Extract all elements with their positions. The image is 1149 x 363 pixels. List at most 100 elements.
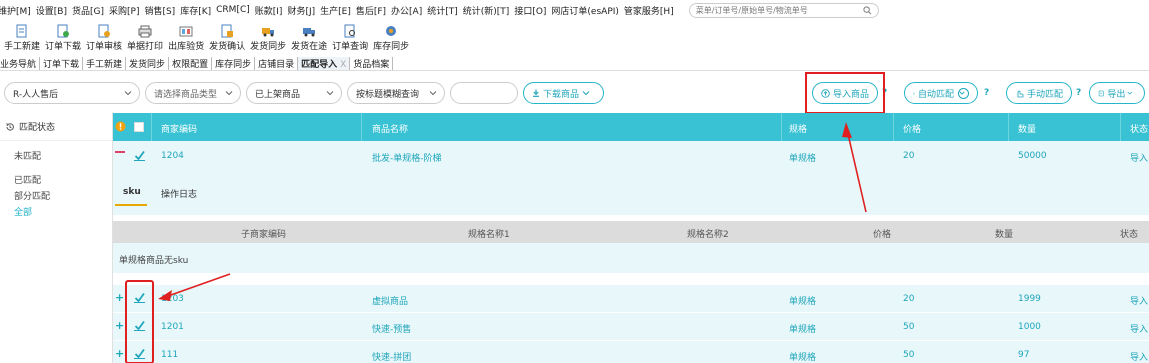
row-checkbox[interactable] (134, 348, 145, 359)
tool-label: 订单下载 (45, 42, 82, 52)
tab-ship-sync[interactable]: 发货同步 (126, 57, 170, 70)
sidebar-item-matched[interactable]: 已匹配 (0, 173, 112, 189)
tool-outbound-check[interactable]: 出库验货 (168, 24, 204, 52)
menu-goods[interactable]: 货品[G] (72, 4, 104, 17)
tab-stock-sync[interactable]: 库存同步 (212, 57, 256, 70)
column-divider (1008, 113, 1009, 141)
tab-operation-log[interactable]: 操作日志 (161, 187, 197, 200)
menu-accounts[interactable]: 账款[I] (255, 4, 283, 17)
row-checkbox[interactable] (134, 320, 145, 331)
category-select[interactable]: 请选择商品类型 (145, 82, 241, 104)
menu-stats[interactable]: 统计[T] (427, 4, 458, 17)
table-row[interactable]: + 111 快速-拼团 单规格 50 97 导入 (113, 341, 1149, 363)
menu-interface[interactable]: 接口[O] (514, 4, 546, 17)
expand-icon[interactable]: + (115, 319, 124, 332)
tab-manual-new[interactable]: 手工新建 (83, 57, 127, 70)
menu-maintain[interactable]: 维护[M] (0, 4, 31, 17)
row-qty: 1000 (1018, 322, 1041, 332)
tool-order-query[interactable]: 订单查询 (332, 24, 368, 52)
expand-icon[interactable]: + (115, 347, 124, 360)
header-price: 价格 (903, 125, 922, 135)
row-spec: 单规格 (789, 353, 817, 363)
tab-order-download[interactable]: 订单下载 (40, 57, 84, 70)
export-button[interactable]: 导出 (1089, 82, 1145, 104)
header-status: 状态 (1130, 125, 1149, 135)
tool-label: 手工新建 (4, 42, 41, 52)
menu-stats-new[interactable]: 统计(新)[T] (463, 4, 510, 17)
menu-sales[interactable]: 销售[S] (144, 4, 175, 17)
transit-truck-icon (303, 28, 316, 37)
status-select[interactable]: 已上架商品 (246, 82, 342, 104)
menu-online-orders[interactable]: 网店订单(esAPI) (551, 4, 619, 17)
printer-icon (138, 25, 152, 38)
search-icon[interactable] (863, 5, 872, 15)
tool-label: 发货在途 (291, 42, 328, 52)
row-status[interactable]: 导入 (1130, 322, 1148, 335)
column-divider (1120, 113, 1121, 141)
row-name[interactable]: 快速-拼团 (372, 350, 411, 363)
row-name[interactable]: 批发-单规格-阶梯 (372, 151, 442, 164)
keyword-input[interactable] (450, 82, 518, 104)
manual-match-button[interactable]: 手动匹配 (1006, 82, 1072, 104)
header-qty: 数量 (1018, 125, 1037, 135)
sidebar-item-unmatched[interactable]: 未匹配 (0, 149, 112, 165)
query-mode-select[interactable]: 按标题模糊查询 (347, 82, 445, 104)
tool-print[interactable]: 单据打印 (127, 24, 163, 52)
tool-in-transit[interactable]: 发货在途 (291, 24, 327, 52)
tab-match-import[interactable]: 匹配导入 X (298, 57, 351, 70)
shop-select[interactable]: R-人人售后 (4, 82, 140, 104)
column-divider (893, 113, 894, 141)
sub-header-code: 子商家编码 (241, 230, 287, 240)
tool-ship-confirm[interactable]: 发货确认 (209, 24, 245, 52)
menu-purchase[interactable]: 采购[P] (109, 4, 139, 17)
tool-ship-sync[interactable]: 发货同步 (250, 24, 286, 52)
table-row[interactable]: + 1201 快速-预售 单规格 50 1000 导入 (113, 313, 1149, 340)
row-status[interactable]: 导入 (1130, 151, 1148, 164)
header-spec: 规格 (789, 125, 808, 135)
sidebar-item-all[interactable]: 全部 (0, 205, 112, 221)
row-status[interactable]: 导入 (1130, 294, 1148, 307)
tab-business-nav[interactable]: 业务导航 (0, 57, 41, 70)
search-input[interactable] (695, 5, 856, 15)
manual-match-help-icon[interactable]: ? (1076, 88, 1081, 98)
tab-goods-archive[interactable]: 货品档案 (350, 57, 394, 70)
auto-match-dropdown[interactable] (958, 87, 969, 99)
row-code: 1204 (161, 151, 184, 161)
row-spec: 单规格 (789, 325, 817, 335)
tab-shop-directory[interactable]: 店铺目录 (255, 57, 299, 70)
row-status[interactable]: 导入 (1130, 350, 1148, 363)
menu-stock[interactable]: 库存[K] (180, 4, 211, 17)
tab-sku[interactable]: sku (123, 187, 141, 197)
menu-finance[interactable]: 财务[J] (287, 4, 315, 17)
row-name[interactable]: 快速-预售 (372, 322, 411, 335)
menu-settings[interactable]: 设置[B] (36, 4, 67, 17)
expand-icon[interactable]: + (115, 291, 124, 304)
sidebar-item-partial[interactable]: 部分匹配 (0, 189, 112, 205)
collapse-icon[interactable] (115, 151, 125, 153)
menu-butler-service[interactable]: 管家服务[H] (624, 4, 674, 17)
chevron-down-icon (326, 91, 334, 96)
menu-office[interactable]: 办公[A] (391, 4, 422, 17)
tool-stock-sync[interactable]: 库存同步 (373, 24, 409, 52)
menu-production[interactable]: 生产[E] (320, 4, 351, 17)
row-name[interactable]: 虚拟商品 (372, 294, 408, 307)
tab-permissions[interactable]: 权限配置 (169, 57, 213, 70)
tool-order-review[interactable]: 订单审核 (86, 24, 122, 52)
menu-crm[interactable]: CRM[C] (216, 5, 250, 15)
menu-aftersale[interactable]: 售后[F] (356, 4, 386, 17)
table-header: 商家编码 商品名称 规格 价格 数量 状态 (113, 113, 1149, 141)
history-icon (6, 122, 14, 131)
close-tab-icon[interactable]: X (340, 60, 346, 70)
row-qty: 97 (1018, 350, 1030, 360)
row-checkbox[interactable] (134, 150, 145, 161)
table-row[interactable]: + 1203 虚拟商品 单规格 20 1999 导入 (113, 285, 1149, 312)
row-checkbox[interactable] (134, 292, 145, 303)
auto-match-button[interactable]: 自动匹配 (904, 82, 978, 104)
auto-match-help-icon[interactable]: ? (984, 88, 989, 98)
select-all-checkbox[interactable] (134, 122, 144, 132)
tool-order-download[interactable]: 订单下载 (45, 24, 81, 52)
download-goods-button[interactable]: 下载商品 (523, 82, 604, 104)
row-code: 1201 (161, 322, 184, 332)
tool-manual-new[interactable]: 手工新建 (4, 24, 40, 52)
table-row-parent[interactable]: 1204 批发-单规格-阶梯 单规格 20 50000 导入 (113, 141, 1149, 171)
